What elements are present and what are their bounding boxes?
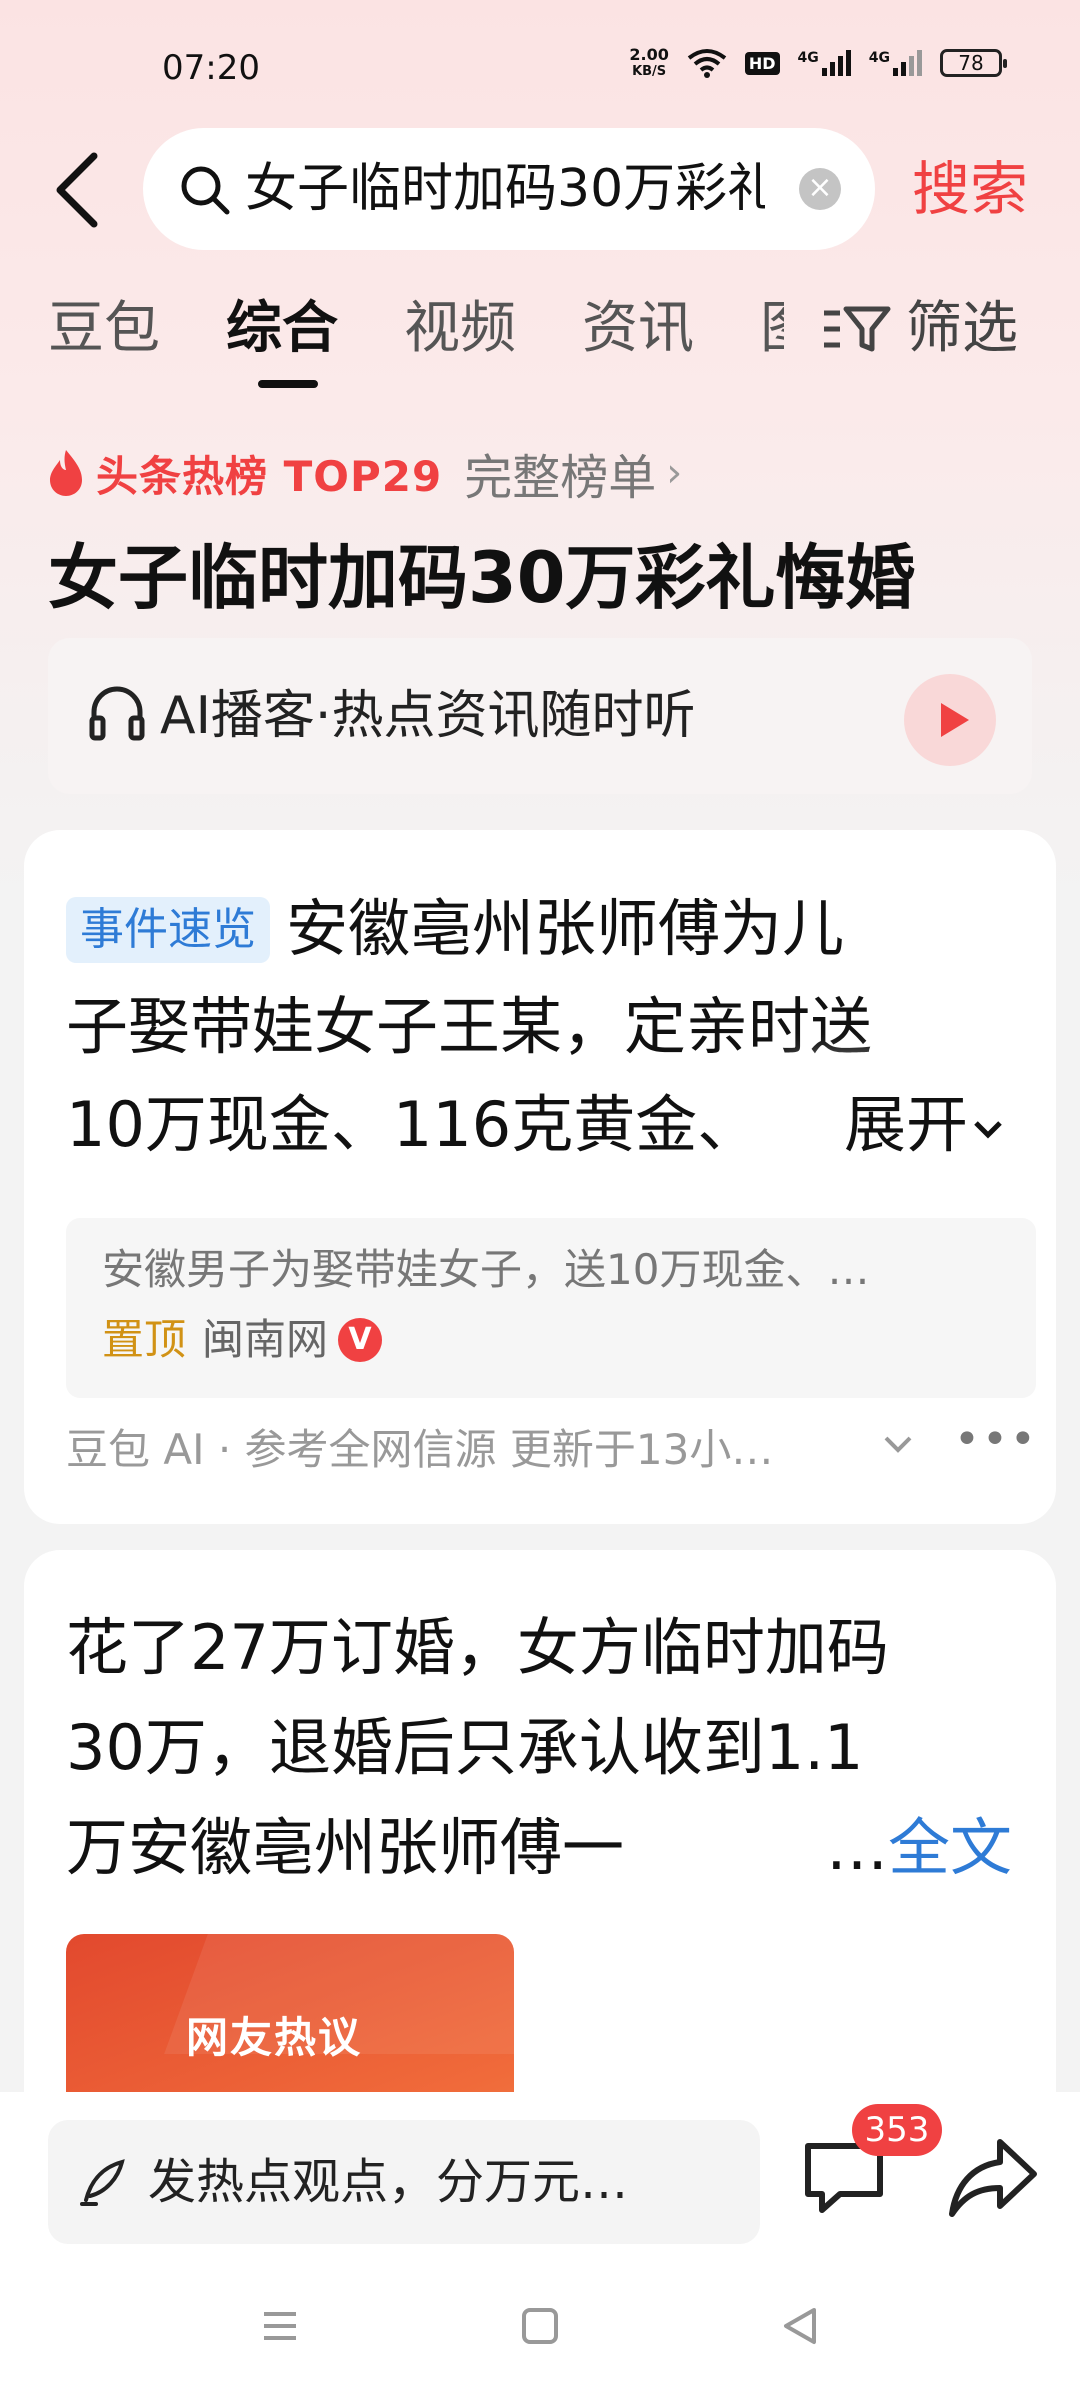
status-icons: 2.00 KB/S HD 4G 4G 78 <box>629 45 1007 80</box>
network-speed: 2.00 KB/S <box>629 45 669 79</box>
search-input[interactable]: 女子临时加码30万彩礼悔婚 × <box>143 128 875 250</box>
filter-button[interactable]: 筛选 <box>820 288 1018 370</box>
filter-label: 筛选 <box>906 296 1018 361</box>
menu-icon[interactable] <box>250 2296 310 2356</box>
article-text: 花了27万订婚，女方临时加码 30万，退婚后只承认收到1.1 万安徽亳州张师傅一… <box>66 1598 1036 1898</box>
more-icon[interactable]: ••• <box>954 1414 1038 1465</box>
search-query[interactable]: 女子临时加码30万彩礼悔婚 <box>245 150 765 228</box>
flame-icon <box>50 450 82 496</box>
chevron-down-icon <box>974 1121 1002 1139</box>
full-text-link[interactable]: …全文 <box>826 1798 1012 1898</box>
comment-placeholder: 发热点观点，分万元… <box>148 2154 629 2210</box>
home-icon[interactable] <box>510 2296 570 2356</box>
reference-meta: 置顶 闽南网 V <box>102 1308 383 1372</box>
hot-rank-row[interactable]: 头条热榜 TOP29 完整榜单 › <box>46 440 682 506</box>
back-arrow-icon[interactable] <box>46 150 116 230</box>
tab-comprehensive[interactable]: 综合 <box>226 288 338 370</box>
card-footer-text: 豆包 AI · 参考全网信源 更新于13小… <box>66 1425 774 1474</box>
thumbnail-caption: 网友热议 <box>186 2013 363 2062</box>
headphones-icon <box>89 686 145 741</box>
comment-input[interactable]: 发热点观点，分万元… <box>48 2120 760 2244</box>
expand-button[interactable]: 展开 <box>834 1076 1009 1174</box>
tab-images[interactable]: 图 <box>760 288 784 370</box>
share-icon[interactable] <box>946 2136 1040 2220</box>
event-summary-text: 事件速览 安徽亳州张师傅为儿 子娶带娃女子王某，定亲时送 10万现金、116克黄金… <box>66 880 1026 1174</box>
full-list-link[interactable]: 完整榜单 <box>464 438 656 508</box>
status-bar: 07:20 2.00 KB/S HD 4G 4G 78 <box>0 40 1080 100</box>
source-name: 闽南网 <box>202 1315 329 1364</box>
event-tag: 事件速览 <box>66 897 270 963</box>
verified-icon: V <box>338 1318 383 1362</box>
battery-icon: 78 <box>940 49 1007 77</box>
ai-podcast-bar[interactable]: AI播客·热点资讯随时听 <box>48 638 1032 794</box>
tab-doubao[interactable]: 豆包 <box>48 288 160 370</box>
pinned-badge: 置顶 <box>102 1315 187 1364</box>
tab-news[interactable]: 资讯 <box>582 288 694 370</box>
back-icon[interactable] <box>770 2296 830 2356</box>
wifi-icon <box>687 49 727 78</box>
pen-icon <box>80 2159 125 2206</box>
page-title: 女子临时加码30万彩礼悔婚 <box>48 537 916 619</box>
play-icon[interactable] <box>904 674 996 766</box>
reference-source[interactable]: 安徽男子为娶带娃女子，送10万现金、… 置顶 闽南网 V <box>66 1218 1036 1398</box>
bottom-action-bar: 发热点观点，分万元… 353 <box>0 2092 1080 2246</box>
status-time: 07:20 <box>162 48 260 88</box>
event-summary-card[interactable]: 事件速览 安徽亳州张师傅为儿 子娶带娃女子王某，定亲时送 10万现金、116克黄金… <box>24 830 1056 1524</box>
search-row: 女子临时加码30万彩礼悔婚 × 搜索 <box>0 128 1080 250</box>
cell-signal-icon-2: 4G <box>869 50 922 76</box>
chevron-down-icon[interactable] <box>880 1426 916 1462</box>
active-tab-indicator <box>258 380 318 388</box>
hd-icon: HD <box>744 51 780 75</box>
podcast-label: AI播客·热点资讯随时听 <box>160 686 696 746</box>
search-icon <box>181 166 230 215</box>
tab-video[interactable]: 视频 <box>404 288 516 370</box>
reference-text: 安徽男子为娶带娃女子，送10万现金、… <box>102 1245 870 1294</box>
filter-icon <box>824 306 891 352</box>
system-nav-bar <box>0 2246 1080 2400</box>
chevron-right-icon: › <box>666 450 683 496</box>
search-tabs: 豆包 综合 视频 资讯 图 筛选 <box>0 288 1080 388</box>
hot-rank-label: 头条热榜 TOP29 <box>96 451 443 501</box>
clear-icon[interactable]: × <box>799 168 841 210</box>
search-button[interactable]: 搜索 <box>912 150 1028 228</box>
comment-count-badge: 353 <box>852 2104 942 2156</box>
cell-signal-icon-1: 4G <box>798 50 851 76</box>
